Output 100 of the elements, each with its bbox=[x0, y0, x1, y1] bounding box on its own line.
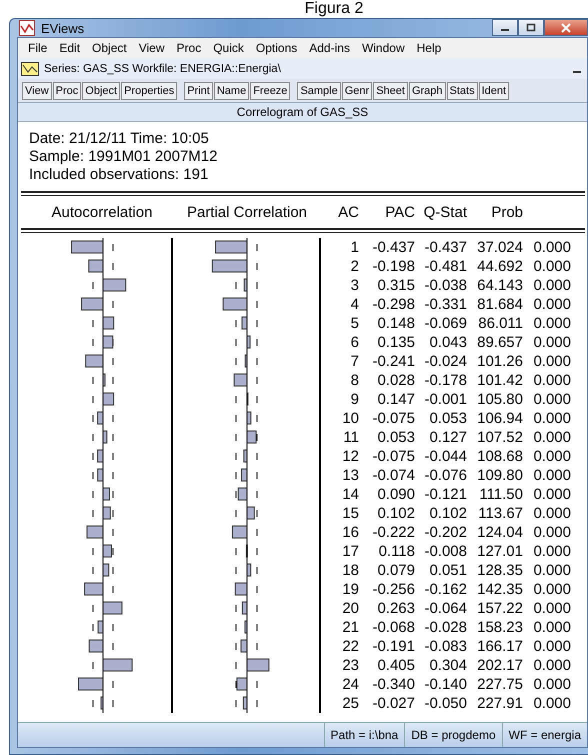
toolbar-button[interactable]: Sheet bbox=[373, 82, 408, 100]
confidence-mark bbox=[256, 528, 258, 536]
pac-cell-text: -0.331 bbox=[423, 295, 467, 314]
ac-cell-text: 0.118 bbox=[378, 542, 415, 561]
ac-cell-text: -0.191 bbox=[371, 637, 415, 656]
toolbar-button[interactable]: View bbox=[22, 82, 52, 100]
pac-cell-text: -0.481 bbox=[423, 257, 467, 276]
prob-cell-text: 0.000 bbox=[532, 485, 571, 504]
toolbar-button[interactable]: Stats bbox=[446, 82, 478, 100]
confidence-mark bbox=[256, 586, 258, 594]
q-stat-cell-text: 108.68 bbox=[476, 447, 523, 466]
confidence-mark bbox=[92, 414, 94, 422]
ac-bar bbox=[88, 260, 104, 272]
lag-cell-text: 19 bbox=[341, 580, 359, 599]
ac-cell-text: 0.405 bbox=[376, 656, 415, 675]
confidence-mark bbox=[92, 376, 94, 384]
pac-cell-text: 0.053 bbox=[428, 409, 467, 428]
toolbar-button[interactable]: Sample bbox=[297, 82, 341, 100]
confidence-mark bbox=[112, 376, 114, 384]
ac-cell-text: 0.079 bbox=[376, 561, 415, 580]
pac-bar bbox=[212, 260, 248, 272]
menu-item[interactable]: Add-ins bbox=[303, 39, 356, 57]
column-header: Partial Correlation bbox=[186, 204, 308, 220]
q-stat-cell-text: 89.657 bbox=[476, 333, 523, 352]
prob-cell-text: 0.000 bbox=[532, 238, 571, 257]
prob-cell-text: 0.000 bbox=[532, 409, 571, 428]
menu-item[interactable]: File bbox=[22, 39, 54, 57]
close-button[interactable] bbox=[544, 19, 588, 36]
menu-item[interactable]: Window bbox=[356, 39, 411, 57]
lag-cell-text: 1 bbox=[350, 238, 359, 257]
lag-cell-text: 18 bbox=[341, 561, 359, 580]
pac-bar bbox=[246, 430, 257, 444]
ac-bar bbox=[97, 412, 104, 424]
confidence-mark bbox=[112, 586, 114, 594]
pac-bar bbox=[234, 582, 248, 596]
menu-item[interactable]: Edit bbox=[53, 39, 86, 57]
lag-cell-text: 17 bbox=[341, 542, 359, 561]
confidence-mark bbox=[92, 604, 94, 612]
confidence-mark bbox=[256, 338, 258, 346]
prob-cell-text: 0.000 bbox=[532, 618, 571, 637]
prob-cell-text: 0.000 bbox=[532, 504, 571, 523]
toolbar-button[interactable]: Properties bbox=[121, 82, 178, 100]
confidence-mark bbox=[112, 624, 114, 632]
toolbar-button[interactable]: Genr bbox=[342, 82, 372, 100]
lag-cell-text: 10 bbox=[341, 409, 359, 428]
pac-bar bbox=[215, 240, 248, 254]
confidence-mark bbox=[256, 700, 258, 708]
confidence-mark bbox=[112, 490, 114, 498]
ac-bar bbox=[97, 468, 104, 482]
pac-bar bbox=[222, 298, 248, 310]
toolbar-button[interactable]: Object bbox=[82, 82, 120, 100]
toolbar-button[interactable]: Freeze bbox=[250, 82, 290, 100]
menu-item[interactable]: Proc bbox=[170, 39, 208, 57]
prob-cell-text: 0.000 bbox=[532, 352, 571, 371]
ac-bar bbox=[102, 336, 114, 348]
ac-cell-text: -0.298 bbox=[371, 295, 415, 314]
ac-cell-text: 0.263 bbox=[376, 599, 415, 618]
toolbar-button[interactable]: Print bbox=[184, 82, 213, 100]
pac-bar bbox=[246, 544, 248, 558]
confidence-mark bbox=[256, 680, 258, 688]
pac-cell-text: 0.102 bbox=[428, 504, 467, 523]
toolbar-button[interactable]: Graph bbox=[408, 82, 446, 100]
lag-cell-text: 15 bbox=[341, 504, 359, 523]
pac-bar bbox=[244, 278, 248, 292]
lag-cell-text: 23 bbox=[341, 656, 359, 675]
toolbar-button[interactable]: Ident bbox=[478, 82, 510, 100]
confidence-mark bbox=[256, 262, 258, 270]
series-icon bbox=[21, 62, 39, 76]
q-stat-cell-text: 166.17 bbox=[476, 637, 523, 656]
confidence-mark bbox=[112, 472, 114, 480]
q-stat-cell-text: 64.143 bbox=[476, 276, 523, 295]
ac-bar bbox=[102, 392, 114, 406]
toolbar-button[interactable]: Name bbox=[214, 82, 250, 100]
ac-bar bbox=[102, 544, 112, 558]
q-stat-cell-text: 142.35 bbox=[476, 580, 523, 599]
menu-item[interactable]: Object bbox=[86, 39, 133, 57]
prob-cell-text: 0.000 bbox=[532, 295, 571, 314]
q-stat-cell-text: 202.17 bbox=[476, 656, 523, 675]
figure-caption: Figura 2 bbox=[304, 0, 364, 18]
menu-item[interactable]: Quick bbox=[207, 39, 250, 57]
minimize-button[interactable] bbox=[492, 19, 518, 36]
lag-cell-text: 9 bbox=[350, 390, 359, 409]
menu-item[interactable]: Options bbox=[250, 39, 304, 57]
q-stat-cell-text: 157.22 bbox=[476, 599, 523, 618]
confidence-mark bbox=[256, 566, 258, 574]
prob-cell-text: 0.000 bbox=[532, 276, 571, 295]
q-stat-cell-text: 44.692 bbox=[476, 257, 523, 276]
confidence-mark bbox=[112, 528, 114, 536]
q-stat-cell-text: 101.42 bbox=[476, 371, 523, 390]
toolbar-button[interactable]: Proc bbox=[52, 82, 82, 100]
ac-bar bbox=[88, 640, 104, 652]
pac-bar bbox=[240, 640, 248, 652]
lag-cell-text: 20 bbox=[341, 599, 359, 618]
pac-cell-text: -0.064 bbox=[423, 599, 467, 618]
prob-cell-text: 0.000 bbox=[532, 523, 571, 542]
pac-bar bbox=[246, 564, 252, 576]
menu-item[interactable]: Help bbox=[410, 39, 448, 57]
pac-cell-text: -0.050 bbox=[423, 694, 467, 713]
maximize-button[interactable] bbox=[518, 19, 544, 36]
menu-item[interactable]: View bbox=[132, 39, 171, 57]
